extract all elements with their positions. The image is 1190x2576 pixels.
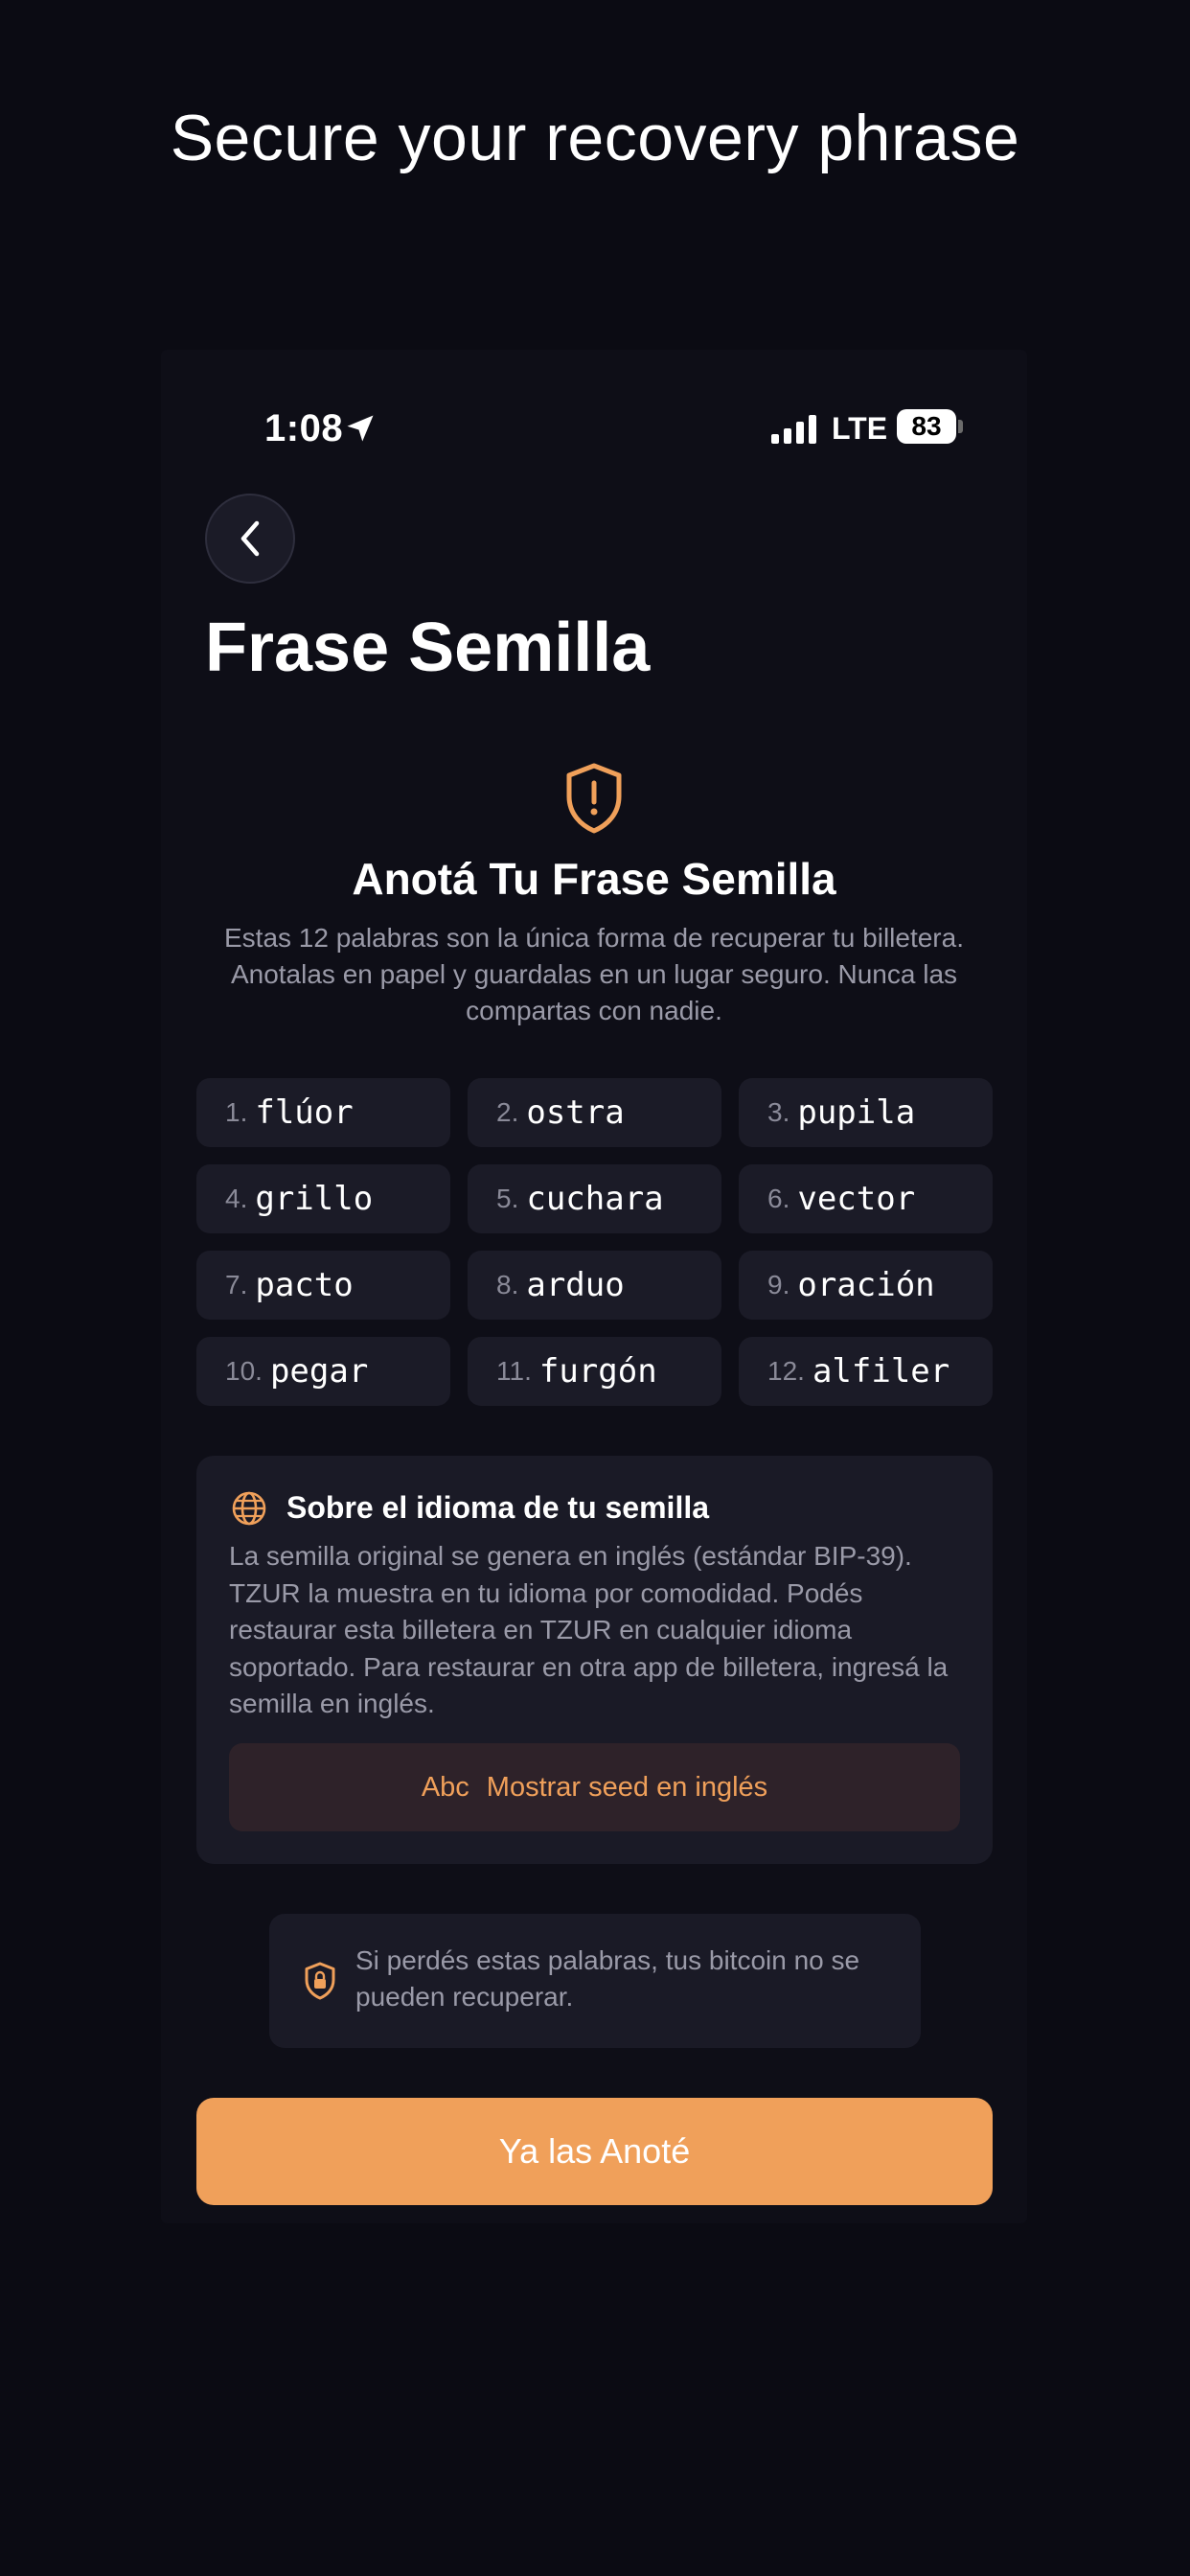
back-button[interactable] [205, 494, 295, 584]
chevron-left-icon [240, 520, 260, 557]
show-english-seed-button[interactable]: Abc Mostrar seed en inglés [229, 1743, 960, 1831]
battery-tip [958, 420, 963, 433]
word-number: 6. [767, 1184, 790, 1213]
language-info-body: La semilla original se genera en inglés … [229, 1541, 949, 1718]
shield-lock-icon [305, 1962, 335, 2000]
globe-icon [232, 1491, 266, 1526]
signal-icon [771, 415, 816, 444]
word-number: 5. [496, 1184, 519, 1213]
loss-warning-text: Si perdés estas palabras, tus bitcoin no… [355, 1945, 860, 2012]
seed-word: pegar [269, 1352, 369, 1391]
screen-title: Frase Semilla [205, 610, 651, 686]
language-info-title: Sobre el idioma de tu semilla [286, 1490, 710, 1525]
section-description: Estas 12 palabras son la única forma de … [224, 923, 964, 1025]
seed-word: vector [797, 1180, 916, 1218]
seed-word: grillo [255, 1180, 374, 1218]
seed-word: alfiler [812, 1352, 950, 1391]
seed-word-chip: 6. vector [739, 1164, 993, 1233]
phone-screen: 1:08 LTE 83 Frase Semilla Anotá Tu Frase… [161, 350, 1027, 2223]
status-bar: 1:08 LTE 83 [161, 350, 1027, 513]
location-arrow-icon [347, 415, 374, 442]
word-number: 11. [496, 1356, 532, 1386]
seed-word-chip: 7. pacto [196, 1251, 450, 1320]
word-number: 8. [496, 1270, 519, 1300]
seed-word-chip: 4. grillo [196, 1164, 450, 1233]
seed-word: flúor [255, 1093, 354, 1132]
seed-word: furgón [538, 1352, 657, 1391]
seed-word-grid: 1. flúor 2. ostra 3. pupila 4. grillo 5. cuch… [196, 1078, 993, 1406]
word-number: 9. [767, 1270, 790, 1300]
loss-warning-box: Si perdés estas palabras, tus bitcoin no… [269, 1914, 921, 2048]
seed-word-chip: 8. arduo [468, 1251, 721, 1320]
seed-word-chip: 12. alfiler [739, 1337, 993, 1406]
seed-word-chip: 1. flúor [196, 1078, 450, 1147]
network-label: LTE [832, 411, 888, 446]
abc-icon: Abc [421, 1771, 469, 1803]
seed-word: oración [797, 1266, 935, 1304]
word-number: 10. [225, 1356, 263, 1386]
word-number: 2. [496, 1097, 519, 1127]
word-number: 3. [767, 1097, 790, 1127]
promo-title: Secure your recovery phrase [170, 102, 1020, 174]
seed-word: pacto [255, 1266, 354, 1304]
seed-word-chip: 9. oración [739, 1251, 993, 1320]
word-number: 7. [225, 1270, 248, 1300]
seed-word-chip: 2. ostra [468, 1078, 721, 1147]
show-english-seed-label: Mostrar seed en inglés [486, 1771, 768, 1803]
battery-icon: 83 [897, 409, 956, 444]
seed-word-chip: 5. cuchara [468, 1164, 721, 1233]
seed-word-chip: 10. pegar [196, 1337, 450, 1406]
seed-word: ostra [526, 1093, 625, 1132]
seed-word-chip: 11. furgón [468, 1337, 721, 1406]
word-number: 12. [767, 1356, 805, 1386]
section-heading: Anotá Tu Frase Semilla [352, 854, 836, 904]
status-time: 1:08 [264, 407, 344, 449]
language-info-card: Sobre el idioma de tu semilla La semilla… [196, 1456, 993, 1864]
seed-word: pupila [797, 1093, 916, 1132]
word-number: 1. [225, 1097, 248, 1127]
seed-word: cuchara [526, 1180, 664, 1218]
confirm-written-button[interactable]: Ya las Anoté [196, 2098, 993, 2205]
word-number: 4. [225, 1184, 248, 1213]
seed-word-chip: 3. pupila [739, 1078, 993, 1147]
seed-word: arduo [526, 1266, 625, 1304]
shield-alert-icon [566, 763, 622, 834]
